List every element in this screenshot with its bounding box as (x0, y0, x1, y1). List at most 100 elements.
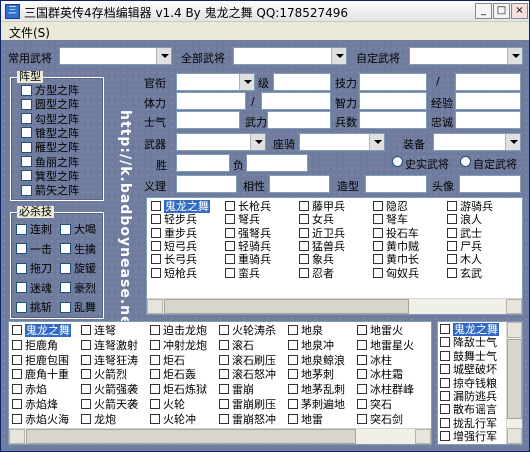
troops-list[interactable]: 鬼龙之舞 轻步兵 重步兵 短弓兵 长弓兵 短枪兵 长枪兵 弩兵 强弩兵 轻骑兵 重骑兵 蛮兵 藤甲兵 女兵… (146, 197, 523, 315)
skill-item[interactable]: 拖刀 (16, 262, 52, 275)
win-input[interactable] (176, 154, 230, 172)
checkbox[interactable] (299, 214, 309, 225)
checkbox[interactable] (447, 240, 457, 251)
checkbox[interactable] (21, 170, 32, 182)
checkbox[interactable] (151, 254, 161, 265)
formation-item[interactable]: 鱼丽之阵 (21, 156, 79, 169)
checkbox[interactable] (60, 243, 71, 254)
checkbox[interactable] (357, 339, 367, 350)
checkbox[interactable] (225, 254, 235, 265)
checkbox[interactable] (16, 223, 27, 235)
checkbox[interactable] (225, 240, 235, 251)
scroll-left-icon[interactable] (147, 299, 163, 314)
mount-select[interactable] (299, 133, 385, 151)
checkbox[interactable] (60, 223, 71, 235)
scroll-right-icon[interactable] (506, 299, 522, 314)
virtue-input[interactable] (176, 175, 237, 193)
checkbox[interactable] (357, 384, 367, 395)
checkbox[interactable] (373, 267, 383, 278)
skill-item[interactable]: 乱舞 (60, 301, 96, 314)
minimize-button[interactable]: _ (475, 3, 492, 19)
skill-item[interactable]: 生擒 (60, 243, 96, 256)
scroll-left-icon[interactable] (9, 429, 25, 444)
common-general-select[interactable] (59, 47, 172, 65)
checkbox[interactable] (440, 377, 450, 388)
checkbox[interactable] (219, 325, 229, 335)
checkbox[interactable] (440, 417, 450, 428)
tactics-hscroll[interactable] (9, 428, 431, 444)
checkbox[interactable] (12, 369, 22, 380)
formation-item[interactable]: 雁型之阵 (21, 141, 79, 154)
checkbox[interactable] (357, 354, 367, 365)
scroll-up-icon[interactable] (507, 322, 522, 338)
checkbox[interactable] (12, 399, 22, 409)
skill-points-input[interactable] (359, 73, 427, 91)
checkbox[interactable] (288, 384, 298, 395)
formation-item[interactable]: 箕型之阵 (21, 170, 79, 183)
checkbox[interactable] (288, 413, 298, 424)
checkbox[interactable] (299, 201, 309, 211)
checkbox[interactable] (81, 399, 91, 409)
menu-file[interactable]: 文件(S) (9, 24, 50, 41)
checkbox[interactable] (440, 364, 450, 375)
rank-select[interactable] (176, 73, 255, 91)
all-general-select[interactable] (233, 47, 347, 65)
checkbox[interactable] (150, 384, 160, 395)
checkbox[interactable] (440, 404, 450, 415)
loyalty-input[interactable] (455, 111, 521, 129)
chevron-down-icon[interactable] (156, 48, 171, 64)
formation-item[interactable]: 方型之阵 (21, 84, 79, 97)
checkbox[interactable] (225, 267, 235, 278)
checkbox[interactable] (219, 354, 229, 365)
army-command-list[interactable]: 鬼龙之舞 降敌士气 鼓舞士气 城壁破坏 掠夺钱粮 漏防逃兵 散布谣言 拢乱行军 增强行军 (437, 321, 523, 445)
historical-general-radio[interactable] (392, 156, 403, 167)
formation-item[interactable]: 圆型之阵 (21, 98, 79, 111)
scroll-down-icon[interactable] (507, 428, 522, 444)
morale-input[interactable] (176, 111, 240, 129)
scroll-thumb[interactable] (164, 299, 409, 314)
custom-general-radio[interactable] (460, 156, 471, 167)
checkbox[interactable] (373, 254, 383, 265)
checkbox[interactable] (225, 214, 235, 225)
checkbox[interactable] (21, 156, 32, 167)
checkbox[interactable] (81, 369, 91, 380)
checkbox[interactable] (288, 369, 298, 380)
checkbox[interactable] (150, 413, 160, 424)
checkbox[interactable] (21, 141, 32, 153)
level-input[interactable] (273, 73, 331, 91)
checkbox[interactable] (16, 243, 27, 254)
checkbox[interactable] (219, 369, 229, 380)
checkbox[interactable] (225, 227, 235, 238)
force-input[interactable] (267, 111, 331, 129)
skill-item[interactable]: 迷魂 (16, 282, 52, 295)
chevron-down-icon[interactable] (331, 48, 346, 64)
checkbox[interactable] (60, 262, 71, 274)
checkbox[interactable] (440, 350, 450, 361)
checkbox[interactable] (12, 354, 22, 365)
chevron-down-icon[interactable] (250, 134, 265, 150)
skill-item[interactable]: 旋锾 (60, 262, 96, 275)
custom-general-select[interactable] (409, 47, 523, 65)
checkbox[interactable] (288, 354, 298, 365)
checkbox[interactable] (440, 431, 450, 442)
checkbox[interactable] (219, 399, 229, 409)
checkbox[interactable] (150, 339, 160, 350)
stamina-input[interactable] (176, 92, 246, 110)
checkbox[interactable] (81, 384, 91, 395)
checkbox[interactable] (440, 337, 450, 348)
weapon-select[interactable] (176, 133, 266, 151)
checkbox[interactable] (81, 413, 91, 424)
checkbox[interactable] (440, 391, 450, 401)
skill-item[interactable]: 连刺 (16, 223, 52, 236)
lose-input[interactable] (246, 154, 308, 172)
troops-hscroll[interactable] (147, 298, 522, 314)
checkbox[interactable] (150, 325, 160, 335)
checkbox[interactable] (288, 339, 298, 350)
checkbox[interactable] (21, 127, 32, 139)
formation-item[interactable]: 锥型之阵 (21, 127, 79, 140)
checkbox[interactable] (373, 214, 383, 225)
checkbox[interactable] (357, 399, 367, 409)
checkbox[interactable] (447, 227, 457, 238)
checkbox[interactable] (219, 413, 229, 424)
checkbox[interactable] (151, 227, 161, 238)
